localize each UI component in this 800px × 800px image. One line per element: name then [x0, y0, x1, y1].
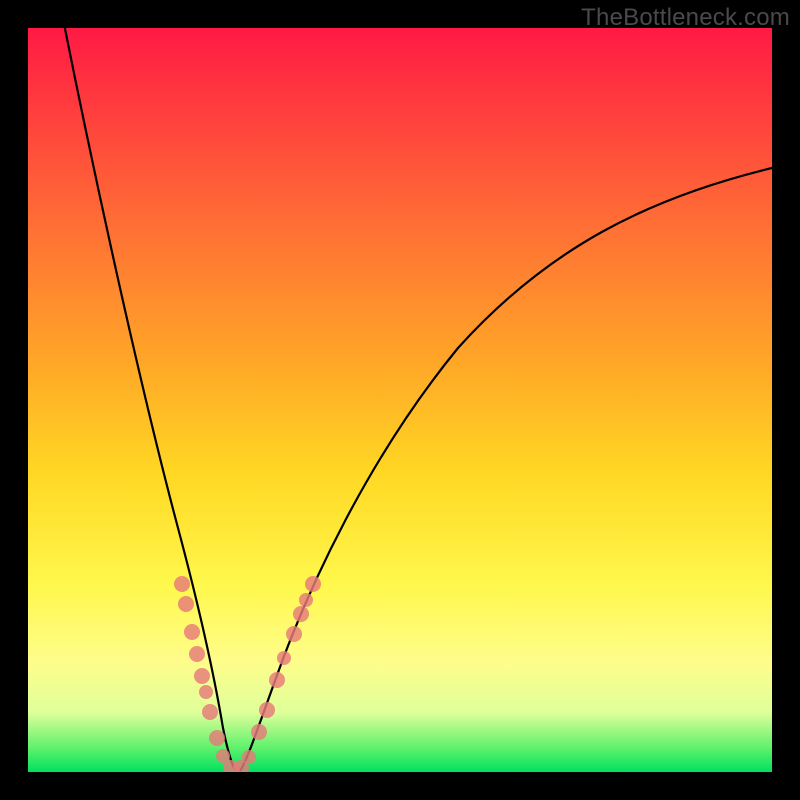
- marker-dot: [209, 730, 225, 746]
- marker-dot: [194, 668, 210, 684]
- marker-dot: [259, 702, 275, 718]
- marker-dot: [242, 750, 256, 764]
- watermark-text: TheBottleneck.com: [581, 4, 790, 32]
- marker-dot: [305, 576, 321, 592]
- marker-dot: [299, 593, 313, 607]
- marker-dot: [251, 724, 267, 740]
- marker-dot: [178, 596, 194, 612]
- marker-dot: [293, 606, 309, 622]
- marker-dot: [184, 624, 200, 640]
- marker-dot: [202, 704, 218, 720]
- right-curve: [240, 168, 772, 771]
- marker-dot: [286, 626, 302, 642]
- marker-dot: [199, 685, 213, 699]
- plot-area: [28, 28, 772, 772]
- marker-dot: [189, 646, 205, 662]
- left-curve: [53, 28, 236, 771]
- marker-dot: [174, 576, 190, 592]
- marker-dot: [269, 672, 285, 688]
- marker-dot: [277, 651, 291, 665]
- chart-svg: [28, 28, 772, 772]
- marker-group: [174, 576, 321, 772]
